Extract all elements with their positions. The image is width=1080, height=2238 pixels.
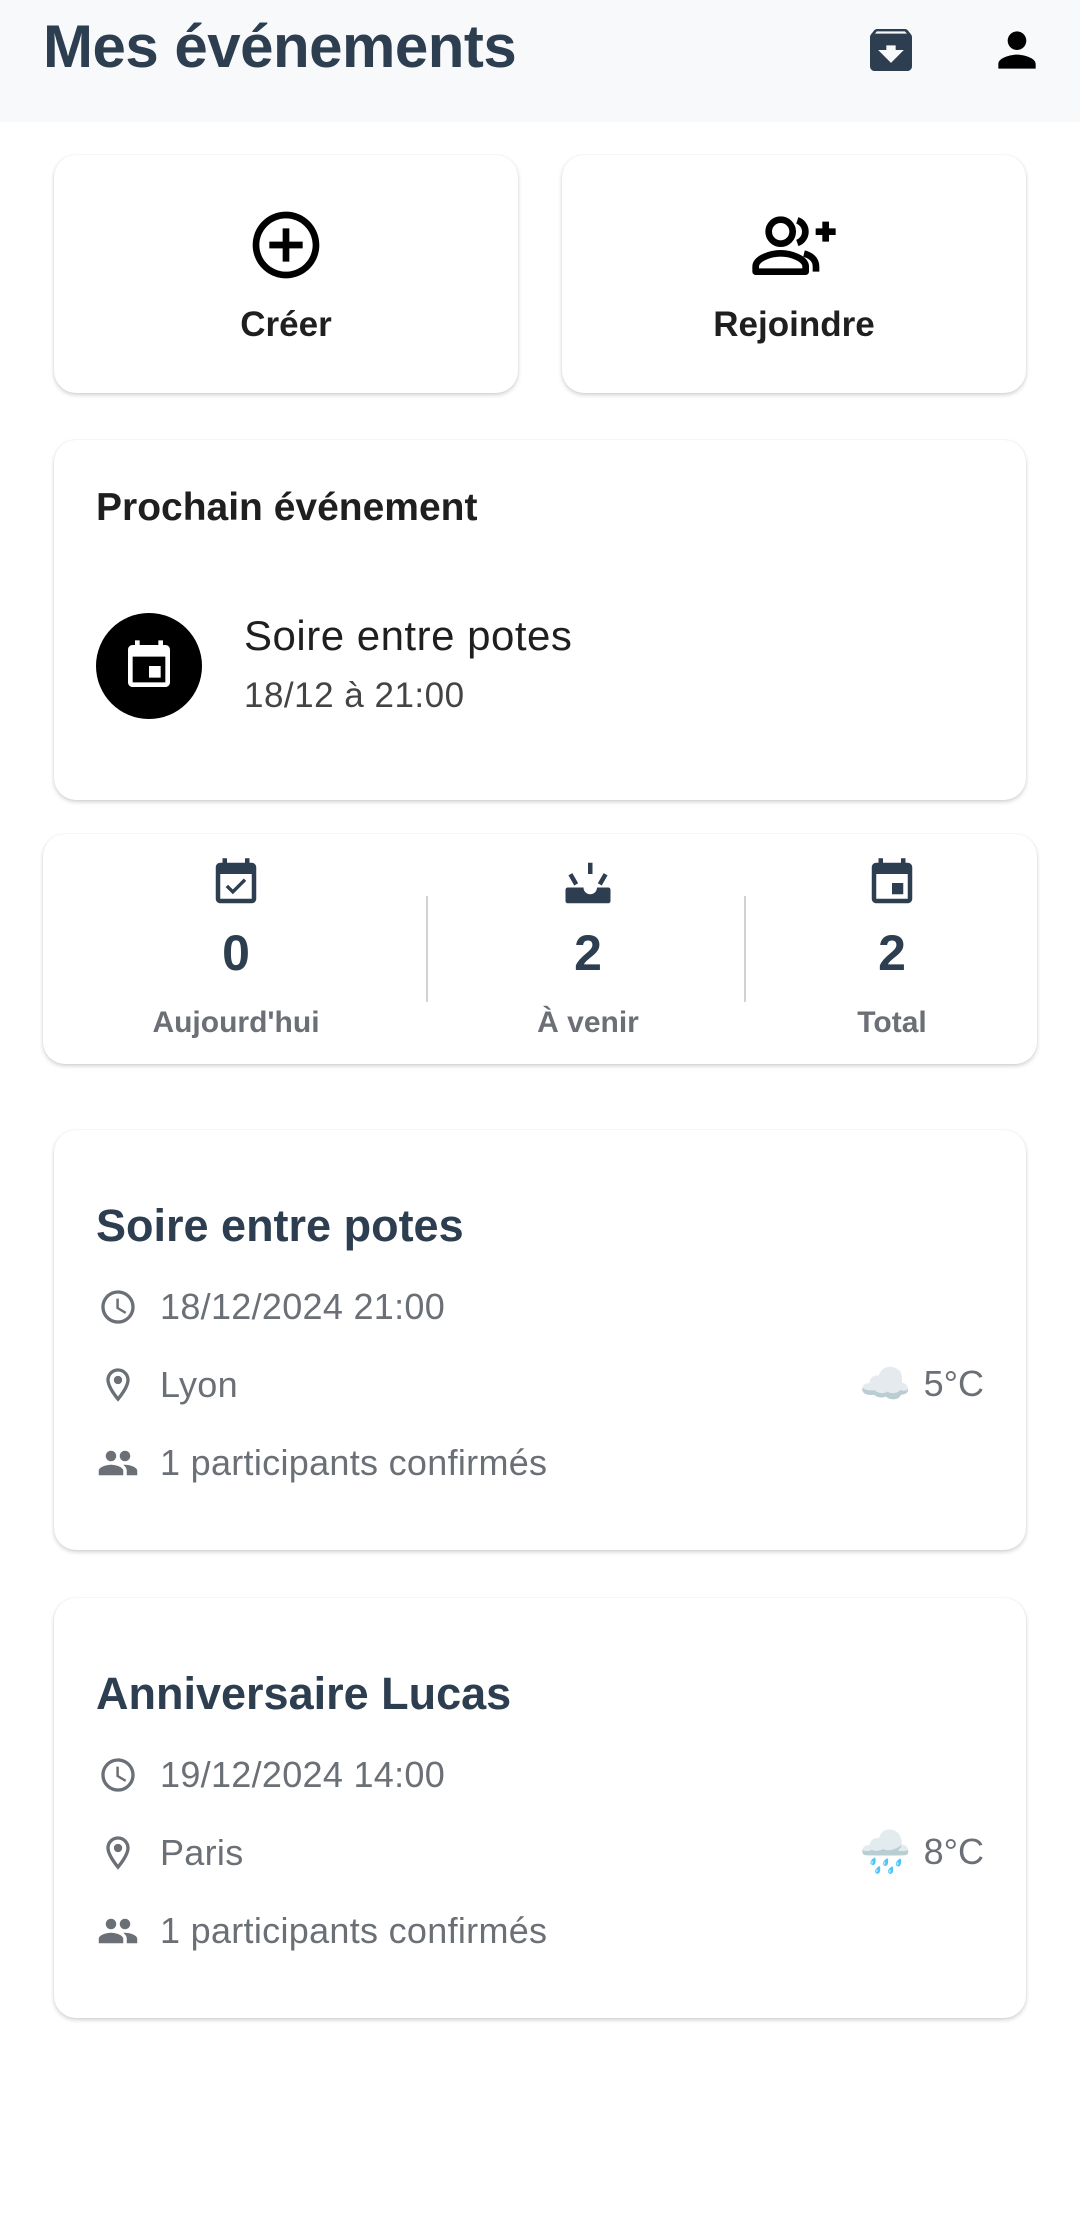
event-card[interactable]: Anniversaire Lucas 19/12/2024 14:00 Pari…	[54, 1598, 1026, 2018]
event-location: Lyon	[160, 1364, 238, 1405]
stats-card: 0 Aujourd'hui 2 À venir 2 Total	[43, 834, 1037, 1064]
group-add-icon	[562, 205, 1026, 285]
stat-upcoming-value: 2	[574, 925, 602, 981]
create-label: Créer	[240, 305, 332, 344]
event-icon	[128, 640, 170, 687]
rain-cloud-icon: 🌧️	[859, 1828, 912, 1875]
stat-today-label: Aujourd'hui	[152, 1006, 320, 1039]
event-card[interactable]: Soire entre potes 18/12/2024 21:00 Lyon …	[54, 1130, 1026, 1550]
next-event-date: 18/12 à 21:00	[244, 676, 465, 715]
event-participants: 1 participants confirmés	[160, 1442, 548, 1483]
stat-today-value: 0	[222, 925, 250, 981]
clock-icon	[96, 1753, 140, 1797]
event-title: Anniversaire Lucas	[96, 1668, 512, 1719]
people-icon	[96, 1441, 140, 1485]
archive-button[interactable]	[853, 12, 929, 88]
cloud-icon: ☁️	[859, 1360, 912, 1407]
upcoming-icon	[429, 856, 747, 910]
next-event-avatar	[96, 613, 202, 719]
event-icon	[747, 856, 1037, 910]
stat-upcoming: 2 À venir	[429, 834, 747, 1064]
event-datetime: 19/12/2024 14:00	[160, 1754, 446, 1795]
clock-icon	[96, 1285, 140, 1329]
event-datetime-row: 19/12/2024 14:00	[96, 1753, 445, 1797]
event-participants-row: 1 participants confirmés	[96, 1909, 547, 1953]
event-weather: ☁️ 5°C	[859, 1363, 984, 1405]
profile-button[interactable]	[979, 12, 1055, 88]
event-location-row: Lyon	[96, 1363, 238, 1407]
event-datetime: 18/12/2024 21:00	[160, 1286, 446, 1327]
stat-total-value: 2	[878, 925, 906, 981]
event-participants-row: 1 participants confirmés	[96, 1441, 547, 1485]
event-location-row: Paris	[96, 1831, 244, 1875]
archive-icon	[870, 29, 912, 71]
next-event-name: Soire entre potes	[244, 612, 573, 659]
stat-total-label: Total	[857, 1006, 927, 1039]
location-pin-icon	[96, 1831, 140, 1875]
location-pin-icon	[96, 1363, 140, 1407]
event-available-icon	[43, 856, 429, 910]
event-location: Paris	[160, 1832, 244, 1873]
event-weather: 🌧️ 8°C	[859, 1831, 984, 1873]
next-event-card[interactable]: Prochain événement Soire entre potes 18/…	[54, 440, 1026, 800]
stat-divider	[426, 896, 428, 1002]
next-event-heading: Prochain événement	[96, 486, 478, 529]
stat-upcoming-label: À venir	[537, 1006, 639, 1039]
page-title: Mes événements	[43, 13, 517, 80]
people-icon	[96, 1909, 140, 1953]
event-participants: 1 participants confirmés	[160, 1910, 548, 1951]
add-circle-icon	[54, 205, 518, 285]
create-event-button[interactable]: Créer	[54, 155, 518, 393]
join-event-button[interactable]: Rejoindre	[562, 155, 1026, 393]
app-bar: Mes événements	[0, 0, 1080, 122]
stat-total: 2 Total	[747, 834, 1037, 1064]
stat-divider	[744, 896, 746, 1002]
event-datetime-row: 18/12/2024 21:00	[96, 1285, 445, 1329]
stat-today: 0 Aujourd'hui	[43, 834, 429, 1064]
event-title: Soire entre potes	[96, 1200, 464, 1251]
person-icon	[998, 31, 1036, 69]
event-temperature: 5°C	[923, 1363, 984, 1404]
event-temperature: 8°C	[923, 1831, 984, 1872]
join-label: Rejoindre	[713, 305, 875, 344]
